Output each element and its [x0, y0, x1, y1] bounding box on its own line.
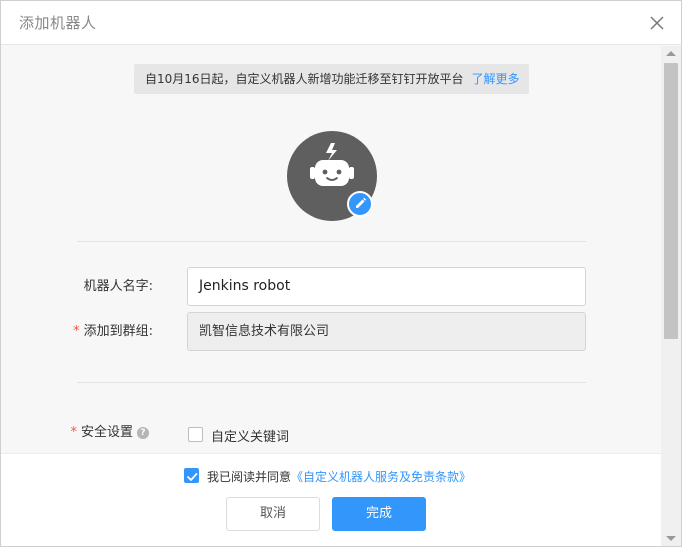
- dialog-footer: 我已阅读并同意《自定义机器人服务及免责条款》 取消 完成: [1, 453, 661, 546]
- notice-text: 自10月16日起，自定义机器人新增功能迁移至钉钉开放平台: [145, 72, 464, 86]
- help-icon[interactable]: ?: [137, 427, 149, 439]
- learn-more-link[interactable]: 了解更多: [472, 72, 520, 86]
- terms-link[interactable]: 《自定义机器人服务及免责条款》: [291, 470, 471, 484]
- scrollbar[interactable]: [661, 46, 681, 546]
- robot-name-input[interactable]: Jenkins robot: [187, 267, 586, 306]
- keyword-option-label: 自定义关键词: [211, 430, 290, 445]
- dialog-title: 添加机器人: [19, 14, 97, 32]
- keyword-checkbox[interactable]: [188, 427, 203, 442]
- dialog-header: 添加机器人: [1, 1, 681, 45]
- close-icon[interactable]: [647, 13, 667, 33]
- agree-statement: 我已阅读并同意《自定义机器人服务及免责条款》: [207, 470, 472, 484]
- scrollbar-thumb[interactable]: [664, 63, 678, 339]
- scroll-down-arrow-icon[interactable]: [666, 536, 676, 541]
- avatar: [287, 131, 377, 221]
- pencil-icon[interactable]: [347, 191, 373, 217]
- group-label: * 添加到群组:: [73, 324, 153, 339]
- required-mark: *: [70, 425, 77, 440]
- scroll-up-arrow-icon[interactable]: [666, 51, 676, 56]
- cancel-button[interactable]: 取消: [226, 497, 320, 531]
- robot-avatar-wrap: [287, 131, 379, 223]
- security-label: * 安全设置?: [29, 423, 149, 443]
- robot-name-label: 机器人名字:: [83, 279, 153, 294]
- agree-checkbox[interactable]: [184, 468, 199, 483]
- divider: [77, 382, 586, 383]
- check-icon: [187, 473, 198, 481]
- done-button[interactable]: 完成: [332, 497, 426, 531]
- add-robot-dialog: 添加机器人 自10月16日起，自定义机器人新增功能迁移至钉钉开放平台了解更多: [0, 0, 682, 547]
- dialog-body: 自10月16日起，自定义机器人新增功能迁移至钉钉开放平台 了解更多 机器人名字:…: [1, 46, 661, 453]
- group-select[interactable]: 凯智信息技术有限公司: [187, 312, 586, 351]
- divider: [77, 241, 586, 242]
- required-mark: *: [73, 324, 80, 339]
- notice-banner: 自10月16日起，自定义机器人新增功能迁移至钉钉开放平台 了解更多: [134, 64, 529, 94]
